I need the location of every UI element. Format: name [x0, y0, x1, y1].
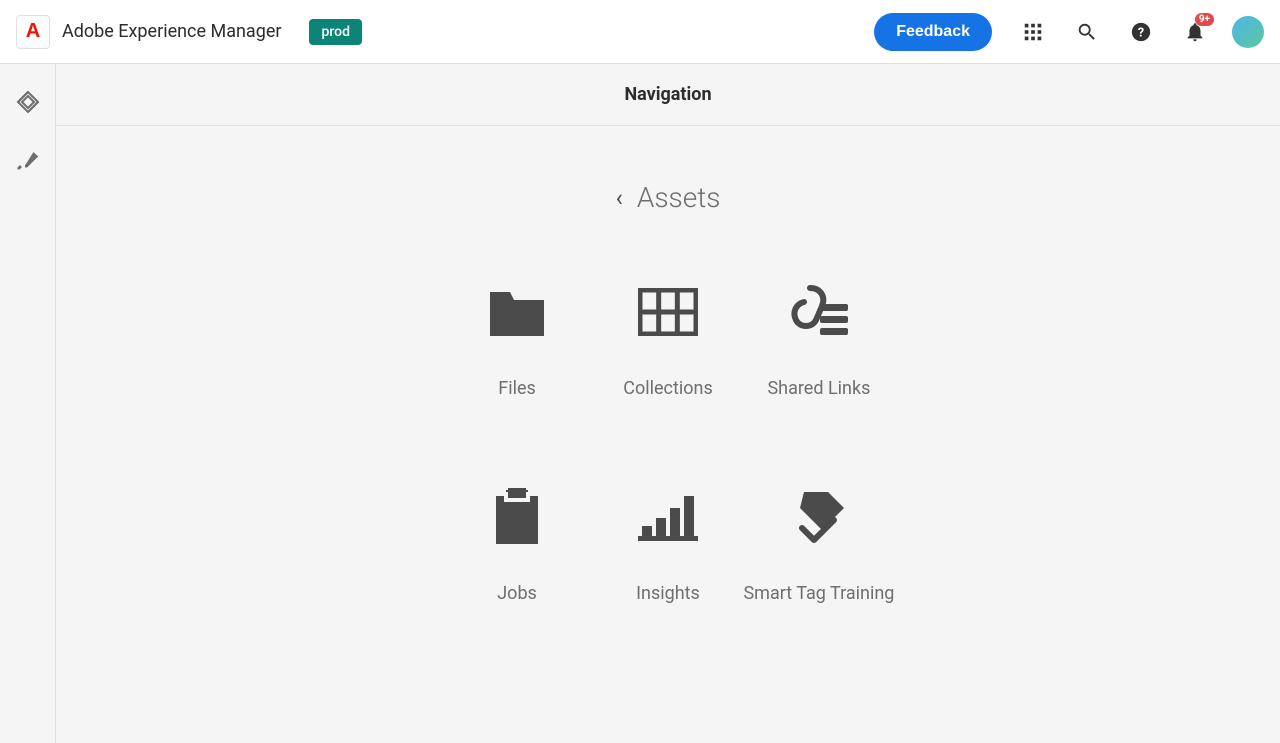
grid-label: Jobs: [497, 583, 537, 604]
search-icon[interactable]: [1066, 11, 1108, 53]
top-header: A Adobe Experience Manager prod Feedback…: [0, 0, 1280, 64]
grid-item-smart-tag-training[interactable]: Smart Tag Training: [743, 489, 894, 604]
adobe-logo[interactable]: A: [16, 15, 50, 49]
svg-text:?: ?: [1138, 25, 1144, 40]
app-title: Adobe Experience Manager: [62, 21, 281, 42]
notifications-icon[interactable]: 9+: [1174, 11, 1216, 53]
apps-icon[interactable]: [1012, 11, 1054, 53]
adobe-a-icon: A: [26, 20, 40, 43]
grid-label: Collections: [623, 378, 712, 399]
grid-icon: [634, 284, 702, 340]
clipboard-icon: [483, 489, 551, 545]
environment-badge: prod: [309, 19, 361, 45]
user-avatar[interactable]: [1232, 16, 1264, 48]
left-sidebar: [0, 64, 56, 743]
assets-grid: Files Collections Shared Links Jobs: [442, 284, 895, 604]
help-icon[interactable]: ?: [1120, 11, 1162, 53]
bar-chart-icon: [634, 489, 702, 545]
link-list-icon: [785, 284, 853, 340]
grid-label: Files: [498, 378, 536, 399]
main-content: Navigation ‹ Assets Files Collections: [56, 64, 1280, 743]
notification-count-badge: 9+: [1195, 13, 1214, 26]
grid-item-jobs[interactable]: Jobs: [442, 489, 593, 604]
section-title: Assets: [637, 181, 721, 214]
grid-item-shared-links[interactable]: Shared Links: [743, 284, 894, 399]
grid-item-files[interactable]: Files: [442, 284, 593, 399]
navigation-icon[interactable]: [8, 82, 48, 122]
grid-item-insights[interactable]: Insights: [593, 489, 744, 604]
navigation-header: Navigation: [56, 64, 1280, 126]
folder-icon: [483, 284, 551, 340]
grid-label: Smart Tag Training: [743, 583, 894, 604]
grid-label: Insights: [636, 583, 700, 604]
navigation-title: Navigation: [624, 84, 711, 105]
tag-check-icon: [785, 489, 853, 545]
grid-item-collections[interactable]: Collections: [593, 284, 744, 399]
chevron-left-icon: ‹: [616, 184, 623, 212]
feedback-button[interactable]: Feedback: [874, 13, 992, 51]
grid-label: Shared Links: [767, 378, 870, 399]
tools-icon[interactable]: [8, 142, 48, 182]
breadcrumb-back[interactable]: ‹ Assets: [56, 181, 1280, 214]
